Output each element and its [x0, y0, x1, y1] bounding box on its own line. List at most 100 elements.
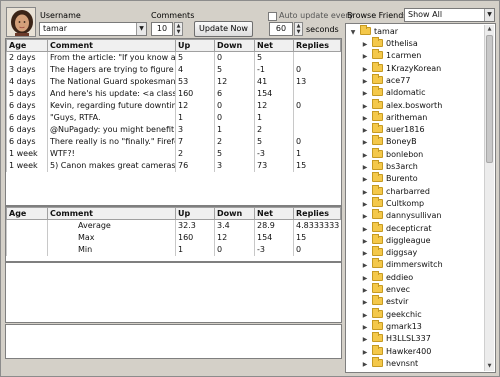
- tree-item-friend[interactable]: ▶ diggleague: [361, 233, 431, 248]
- tree-item-friend[interactable]: ▶ Cultkomp: [361, 196, 424, 211]
- expand-icon[interactable]: ▶: [361, 199, 369, 211]
- table-row[interactable]: 6 days@NuPagady: you might benefit from3…: [6, 123, 341, 136]
- auto-update-checkbox[interactable]: [268, 12, 277, 21]
- cell-down: 12: [214, 75, 255, 88]
- expand-icon[interactable]: ▶: [361, 137, 369, 149]
- seconds-stepper[interactable]: ▲ ▼: [294, 22, 303, 36]
- expand-icon[interactable]: ▶: [361, 285, 369, 297]
- column-header[interactable]: Up: [175, 207, 215, 220]
- tree-item-friend[interactable]: ▶ charbarred: [361, 184, 430, 199]
- column-header[interactable]: Replies: [293, 207, 341, 220]
- tree-item-friend[interactable]: ▶ bs3arch: [361, 160, 418, 174]
- expand-icon[interactable]: ▶: [361, 236, 369, 248]
- tree-item-friend[interactable]: ▶ dimmerswitch: [361, 258, 443, 272]
- seconds-input[interactable]: 60: [269, 22, 293, 36]
- expand-icon[interactable]: ▶: [361, 322, 369, 334]
- column-header[interactable]: Up: [175, 39, 215, 52]
- tree-item-friend[interactable]: ▶ H3LLSL337: [361, 332, 431, 346]
- table-row[interactable]: 1 week 5) Canon makes great cameras 76 3 73 1…: [6, 159, 341, 172]
- column-header[interactable]: Age: [6, 207, 48, 220]
- column-header[interactable]: Net: [254, 39, 294, 52]
- expand-icon[interactable]: ▶: [361, 174, 369, 186]
- tree-item-friend[interactable]: ▶ hevnsnt: [361, 356, 418, 371]
- tree-item-friend[interactable]: ▶ aritheman: [361, 110, 427, 125]
- tree-item-friend[interactable]: ▶ dannysullivan: [361, 209, 441, 223]
- scrollbar-thumb[interactable]: [486, 35, 493, 163]
- folder-icon: [372, 61, 383, 72]
- tree-item-friend[interactable]: ▶ estvir: [361, 295, 408, 309]
- expand-icon[interactable]: ▶: [361, 211, 369, 223]
- expand-icon[interactable]: ▶: [361, 273, 369, 285]
- cell-net: 28.9: [254, 219, 294, 232]
- column-header[interactable]: Down: [214, 207, 255, 220]
- expand-icon[interactable]: ▶: [361, 88, 369, 100]
- tree-item-friend[interactable]: ▶ aldomatic: [361, 86, 426, 100]
- expand-icon[interactable]: ▶: [361, 224, 369, 236]
- tree-item-friend[interactable]: ▶ BoneyB: [361, 135, 417, 149]
- table-row[interactable]: 2 daysFrom the article: "If you know a r…: [6, 51, 341, 64]
- tree-item-friend[interactable]: ▶ envec: [361, 283, 410, 297]
- tree-item-friend[interactable]: ▶ gmark13: [361, 319, 422, 334]
- tree-item-friend[interactable]: ▶ eddieo: [361, 270, 413, 285]
- column-header[interactable]: Age: [6, 39, 48, 52]
- expand-icon[interactable]: ▶: [361, 150, 369, 162]
- tree-item-friend[interactable]: ▶ diggsay: [361, 246, 417, 260]
- tree-item-friend[interactable]: ▶ Burento: [361, 172, 418, 186]
- tree-item-friend[interactable]: ▶ 1carmen: [361, 49, 421, 63]
- cell-up: 32.3: [175, 219, 215, 232]
- expand-icon[interactable]: ▶: [361, 310, 369, 322]
- comments-count-input[interactable]: 10: [151, 22, 173, 36]
- chevron-down-icon[interactable]: ▼: [136, 23, 146, 35]
- column-header[interactable]: Down: [214, 39, 255, 52]
- expand-icon[interactable]: ▶: [361, 162, 369, 174]
- comment-text-area[interactable]: [5, 324, 342, 359]
- expand-icon[interactable]: ▶: [361, 248, 369, 260]
- expand-icon[interactable]: ▶: [361, 334, 369, 346]
- expand-icon[interactable]: ▶: [361, 64, 369, 76]
- cell-replies: [293, 111, 341, 124]
- expand-icon[interactable]: ▶: [361, 51, 369, 63]
- column-header[interactable]: Comment: [47, 39, 176, 52]
- username-combobox[interactable]: tamar ▼: [39, 22, 147, 36]
- table-row[interactable]: 4 daysThe National Guard spokesman say53…: [6, 75, 341, 88]
- table-row[interactable]: 6 days "Guys, RTFA. 1 0 1: [6, 111, 341, 124]
- scroll-up-icon[interactable]: ▲: [485, 25, 494, 34]
- friends-scrollbar[interactable]: ▲ ▼: [484, 25, 494, 371]
- tree-item-friend[interactable]: ▶ Hawker400: [361, 344, 431, 359]
- tree-item-friend[interactable]: ▶ ace77: [361, 73, 410, 88]
- comments-stepper[interactable]: ▲ ▼: [174, 22, 183, 36]
- expand-icon[interactable]: ▶: [361, 125, 369, 137]
- update-now-button[interactable]: Update Now: [194, 21, 253, 37]
- tree-item-friend[interactable]: ▶ decepticrat: [361, 221, 431, 236]
- table-row[interactable]: 6 days There really is no "finally." Fire…: [6, 135, 341, 148]
- spin-down-icon[interactable]: ▼: [175, 29, 182, 35]
- tree-item-friend[interactable]: ▶ bonlebon: [361, 147, 423, 162]
- scroll-down-icon[interactable]: ▼: [485, 362, 494, 371]
- tree-item-friend[interactable]: ▶ geekchic: [361, 307, 422, 322]
- expand-icon[interactable]: ▶: [361, 347, 369, 359]
- friends-filter-dropdown[interactable]: Show All ▼: [404, 8, 495, 22]
- expand-icon[interactable]: ▶: [361, 101, 369, 113]
- table-row[interactable]: 1 week WTF?! 2 5 -3 1: [6, 147, 341, 160]
- expand-icon[interactable]: ▶: [361, 359, 369, 371]
- tree-item-friend[interactable]: ▶ 0thelisa: [361, 37, 418, 51]
- column-header[interactable]: Net: [254, 207, 294, 220]
- expand-icon[interactable]: ▶: [361, 113, 369, 125]
- collapse-icon[interactable]: ▼: [349, 27, 357, 39]
- expand-icon[interactable]: ▶: [361, 76, 369, 88]
- table-row[interactable]: 3 daysThe Hagers are trying to figure ou…: [6, 63, 341, 76]
- tree-item-friend[interactable]: ▶ alex.bosworth: [361, 98, 442, 113]
- spin-down-icon[interactable]: ▼: [295, 29, 302, 35]
- expand-icon[interactable]: ▶: [361, 260, 369, 272]
- column-header[interactable]: Comment: [47, 207, 176, 220]
- chevron-down-icon[interactable]: ▼: [484, 9, 494, 21]
- expand-icon[interactable]: ▶: [361, 297, 369, 309]
- expand-icon[interactable]: ▶: [361, 187, 369, 199]
- tree-item-friend[interactable]: ▶ auer1816: [361, 123, 425, 137]
- column-header[interactable]: Replies: [293, 39, 341, 52]
- tree-item-friend[interactable]: ▶ 1KrazyKorean: [361, 61, 441, 76]
- table-row[interactable]: 5 daysAnd here's his update: <a class="u…: [6, 87, 341, 100]
- cell-replies: [293, 51, 341, 64]
- expand-icon[interactable]: ▶: [361, 39, 369, 51]
- table-row[interactable]: 6 daysKevin, regarding future downtime, …: [6, 99, 341, 112]
